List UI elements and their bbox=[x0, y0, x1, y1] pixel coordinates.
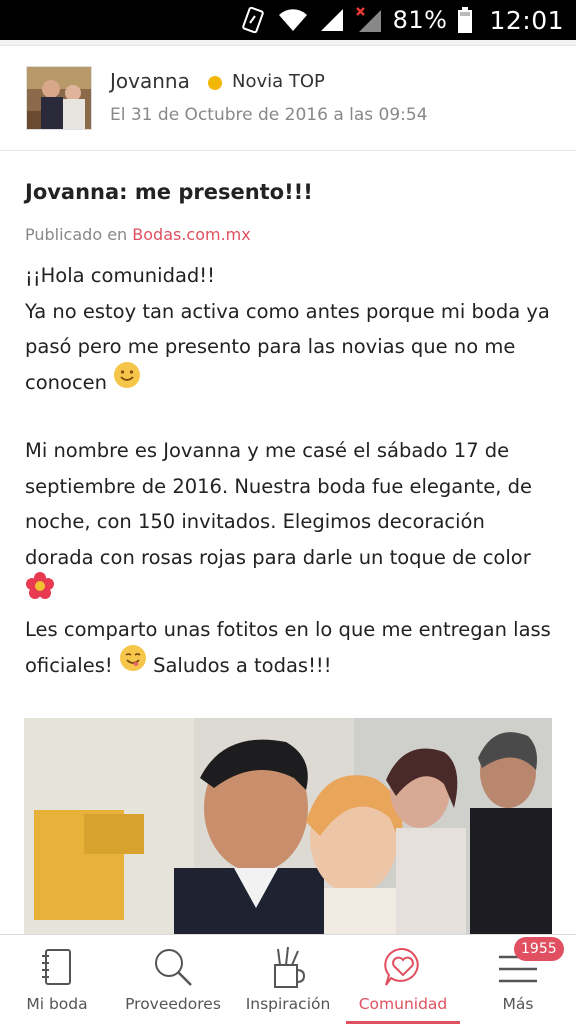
wedding-photo[interactable] bbox=[24, 718, 552, 936]
intro-text: Ya no estoy tan activa como antes porque… bbox=[25, 299, 550, 394]
nav-item-inspiracion[interactable]: Inspiración bbox=[238, 935, 338, 1024]
signal-off-icon bbox=[355, 6, 383, 34]
pencil-cup-icon bbox=[270, 945, 306, 989]
heart-chat-icon bbox=[381, 945, 425, 989]
signal-icon bbox=[319, 7, 345, 33]
wedding-details-text: Mi nombre es Jovanna y me casé el sábado… bbox=[25, 439, 533, 569]
published-prefix: Publicado en bbox=[25, 225, 128, 244]
author-name[interactable]: Jovanna bbox=[110, 69, 190, 93]
nfc-icon bbox=[241, 6, 267, 34]
post-paragraph: Les comparto unas fotitos en lo que me e… bbox=[25, 612, 555, 684]
badge-dot-icon bbox=[208, 76, 222, 90]
nav-item-mi-boda[interactable]: Mi boda bbox=[14, 935, 100, 1024]
post-date: El 31 de Octubre de 2016 a las 09:54 bbox=[110, 105, 428, 125]
nav-label: Inspiración bbox=[245, 995, 331, 1013]
nav-label: Comunidad bbox=[358, 995, 448, 1013]
notebook-icon bbox=[39, 945, 75, 989]
header-divider bbox=[0, 40, 576, 46]
post-title: Jovanna: me presento!!! bbox=[25, 180, 313, 204]
nav-item-comunidad[interactable]: Comunidad bbox=[346, 935, 460, 1024]
nav-label: Proveedores bbox=[125, 995, 221, 1013]
search-icon bbox=[151, 945, 195, 989]
greeting-text: ¡¡Hola comunidad!! bbox=[25, 264, 215, 287]
yum-emoji-icon bbox=[119, 644, 147, 684]
author-badge: Novia TOP bbox=[232, 71, 325, 92]
published-line: Publicado en Bodas.com.mx bbox=[25, 225, 251, 244]
bottom-navigation: Mi boda Proveedores Inspiración Comunida… bbox=[0, 934, 576, 1024]
post-paragraph: Mi nombre es Jovanna y me casé el sábado… bbox=[25, 433, 555, 613]
nav-label: Más bbox=[502, 995, 534, 1013]
author-header: Jovanna Novia TOP El 31 de Octubre de 20… bbox=[0, 47, 576, 151]
nav-item-proveedores[interactable]: Proveedores bbox=[116, 935, 230, 1024]
avatar[interactable] bbox=[26, 66, 92, 130]
battery-percent: 81% bbox=[392, 6, 448, 34]
farewell-text: Saludos a todas!!! bbox=[153, 653, 332, 677]
status-bar: 81% 12:01 bbox=[0, 0, 576, 40]
notification-count-badge: 1955 bbox=[514, 937, 564, 961]
nav-label: Mi boda bbox=[26, 995, 88, 1013]
clock: 12:01 bbox=[489, 5, 564, 35]
flower-emoji-icon bbox=[25, 571, 55, 613]
battery-icon bbox=[457, 6, 473, 34]
post-paragraph: ¡¡Hola comunidad!! Ya no estoy tan activ… bbox=[25, 258, 555, 401]
published-site-link[interactable]: Bodas.com.mx bbox=[132, 225, 250, 244]
smile-emoji-icon bbox=[113, 361, 141, 401]
wifi-icon bbox=[277, 7, 309, 33]
